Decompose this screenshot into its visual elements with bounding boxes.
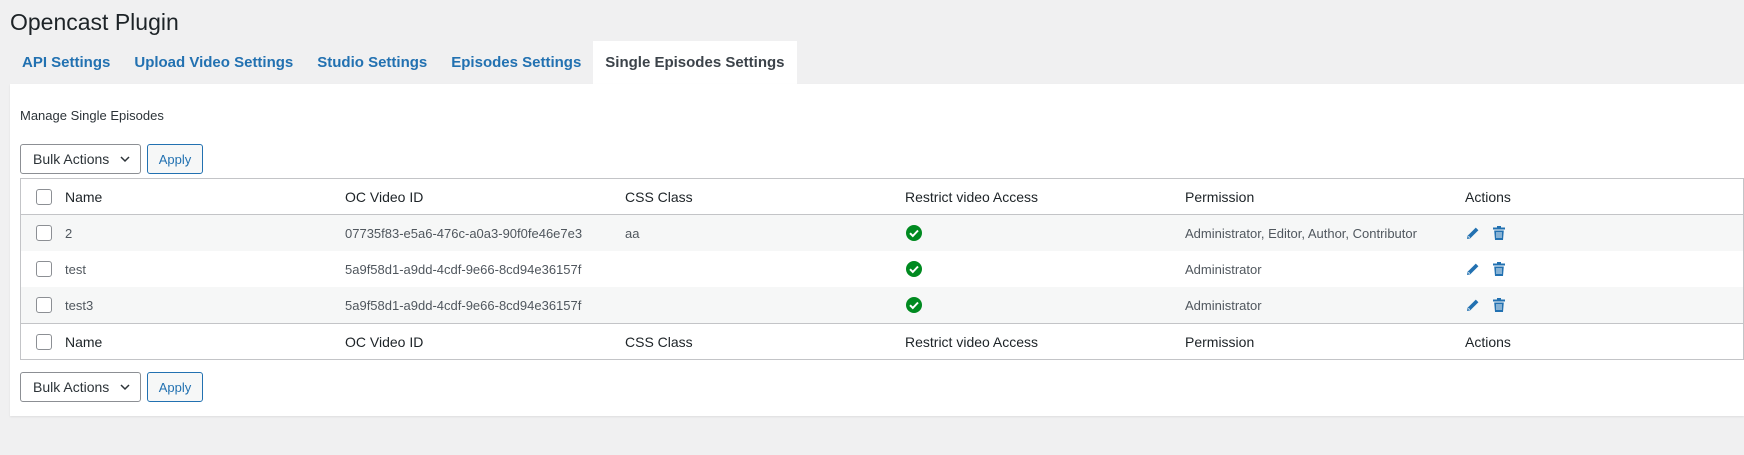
row-checkbox[interactable] bbox=[36, 297, 52, 313]
row-checkbox[interactable] bbox=[36, 261, 52, 277]
chevron-down-icon bbox=[120, 384, 130, 391]
cell-restrict bbox=[905, 260, 923, 278]
bulk-actions-select-bottom[interactable]: Bulk Actions bbox=[20, 372, 141, 402]
bulk-actions-select[interactable]: Bulk Actions bbox=[20, 144, 141, 174]
tab-studio-settings[interactable]: Studio Settings bbox=[305, 41, 439, 84]
table-row: test 5a9f58d1-a9dd-4cdf-9e66-8cd94e36157… bbox=[21, 251, 1743, 287]
column-header-oc-video-id: OC Video ID bbox=[345, 188, 424, 205]
column-footer-name: Name bbox=[65, 333, 103, 350]
cell-oc-video-id: 07735f83-e5a6-476c-a0a3-90f0fe46e7e3 bbox=[345, 225, 583, 241]
panel-description: Manage Single Episodes bbox=[20, 108, 164, 123]
cell-actions bbox=[1465, 225, 1507, 241]
check-circle-icon bbox=[906, 261, 922, 277]
tab-episodes-settings[interactable]: Episodes Settings bbox=[439, 41, 593, 84]
settings-tabs: API Settings Upload Video Settings Studi… bbox=[10, 41, 797, 84]
delete-trash-icon[interactable] bbox=[1491, 261, 1507, 277]
table-row: test3 5a9f58d1-a9dd-4cdf-9e66-8cd94e3615… bbox=[21, 287, 1743, 323]
column-header-css-class: CSS Class bbox=[625, 188, 693, 205]
apply-button-bottom[interactable]: Apply bbox=[147, 372, 203, 402]
edit-pencil-icon[interactable] bbox=[1465, 261, 1481, 277]
edit-pencil-icon[interactable] bbox=[1465, 225, 1481, 241]
column-header-permission: Permission bbox=[1185, 188, 1255, 205]
bulk-actions-top: Bulk Actions Apply bbox=[20, 144, 203, 174]
cell-name: test bbox=[65, 261, 86, 277]
cell-restrict bbox=[905, 224, 923, 242]
settings-panel: Manage Single Episodes Bulk Actions Appl… bbox=[10, 84, 1744, 416]
cell-actions bbox=[1465, 261, 1507, 277]
cell-restrict bbox=[905, 296, 923, 314]
cell-name: 2 bbox=[65, 225, 73, 241]
cell-permission: Administrator, Editor, Author, Contribut… bbox=[1185, 225, 1417, 241]
column-header-name: Name bbox=[65, 188, 103, 205]
row-checkbox[interactable] bbox=[36, 225, 52, 241]
bulk-actions-bottom: Bulk Actions Apply bbox=[20, 372, 203, 402]
cell-css-class: aa bbox=[625, 225, 640, 241]
tab-upload-video-settings[interactable]: Upload Video Settings bbox=[122, 41, 305, 84]
delete-trash-icon[interactable] bbox=[1491, 225, 1507, 241]
cell-actions bbox=[1465, 297, 1507, 313]
column-footer-oc-video-id: OC Video ID bbox=[345, 333, 424, 350]
cell-name: test3 bbox=[65, 297, 94, 313]
cell-permission: Administrator bbox=[1185, 297, 1262, 313]
select-all-checkbox-footer[interactable] bbox=[36, 333, 52, 350]
column-footer-restrict: Restrict video Access bbox=[905, 333, 1039, 350]
column-footer-permission: Permission bbox=[1185, 333, 1255, 350]
chevron-down-icon bbox=[120, 156, 130, 163]
column-footer-actions: Actions bbox=[1465, 333, 1511, 350]
cell-permission: Administrator bbox=[1185, 261, 1262, 277]
table-footer-row: Name OC Video ID CSS Class Restrict vide… bbox=[21, 323, 1743, 359]
check-circle-icon bbox=[906, 225, 922, 241]
apply-button[interactable]: Apply bbox=[147, 144, 203, 174]
tab-single-episodes-settings[interactable]: Single Episodes Settings bbox=[593, 41, 797, 84]
table-header-row: Name OC Video ID CSS Class Restrict vide… bbox=[21, 179, 1743, 215]
column-header-actions: Actions bbox=[1465, 188, 1511, 205]
table-row: 2 07735f83-e5a6-476c-a0a3-90f0fe46e7e3 a… bbox=[21, 215, 1743, 251]
bulk-actions-selected: Bulk Actions bbox=[33, 151, 110, 167]
column-footer-css-class: CSS Class bbox=[625, 333, 693, 350]
edit-pencil-icon[interactable] bbox=[1465, 297, 1481, 313]
bulk-actions-selected: Bulk Actions bbox=[33, 379, 110, 395]
column-header-restrict: Restrict video Access bbox=[905, 188, 1039, 205]
select-all-checkbox[interactable] bbox=[36, 188, 52, 205]
cell-oc-video-id: 5a9f58d1-a9dd-4cdf-9e66-8cd94e36157f bbox=[345, 261, 582, 277]
delete-trash-icon[interactable] bbox=[1491, 297, 1507, 313]
page-title: Opencast Plugin bbox=[10, 9, 179, 35]
cell-oc-video-id: 5a9f58d1-a9dd-4cdf-9e66-8cd94e36157f bbox=[345, 297, 582, 313]
check-circle-icon bbox=[906, 297, 922, 313]
tab-api-settings[interactable]: API Settings bbox=[10, 41, 122, 84]
episodes-table: Name OC Video ID CSS Class Restrict vide… bbox=[20, 178, 1744, 360]
